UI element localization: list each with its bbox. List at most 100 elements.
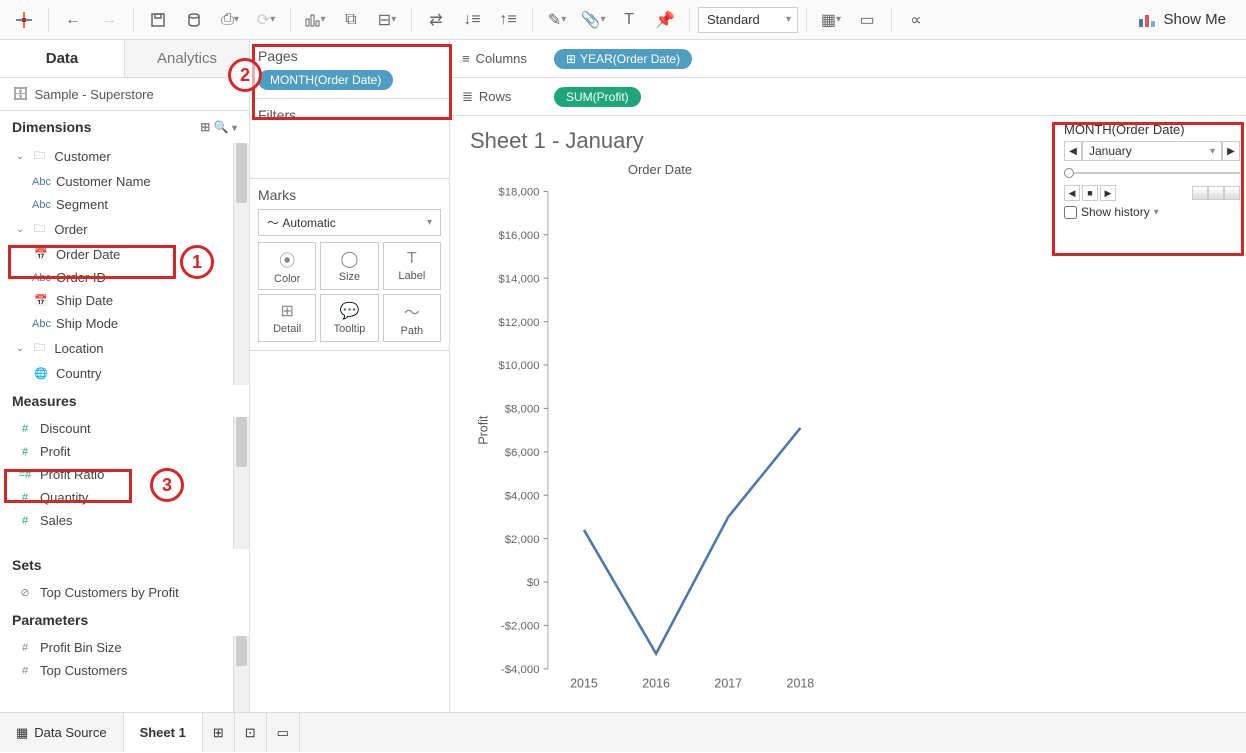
duplicate-icon[interactable]: ⧉ xyxy=(335,6,367,34)
pin-icon[interactable]: 📌 xyxy=(649,6,681,34)
measures-header: Measures xyxy=(0,385,249,417)
pages-shelf[interactable]: Pages MONTH(Order Date) xyxy=(250,40,449,99)
rows-pill[interactable]: SUM(Profit) xyxy=(554,87,641,107)
show-me-button[interactable]: Show Me xyxy=(1127,11,1238,28)
marks-type-select[interactable]: 〜 Automatic▾ xyxy=(258,209,441,236)
meas-scrollbar[interactable] xyxy=(233,417,249,549)
mark-path[interactable]: 〜Path xyxy=(383,294,441,342)
folder-order[interactable]: ⌄🗀Order xyxy=(0,216,233,243)
sheet-tabs: ▦Data Source Sheet 1 ⊞ ⊡ ▭ xyxy=(0,712,1246,752)
svg-text:-$2,000: -$2,000 xyxy=(501,621,540,633)
presentation-icon[interactable]: ▭ xyxy=(851,6,883,34)
svg-text:$18,000: $18,000 xyxy=(498,187,539,199)
svg-text:2018: 2018 xyxy=(787,677,815,691)
marks-title: Marks xyxy=(258,187,441,203)
field-top-customers-set[interactable]: ⊘Top Customers by Profit xyxy=(0,581,249,604)
play-back-button[interactable]: ◀ xyxy=(1064,185,1080,201)
tableau-logo-icon[interactable] xyxy=(8,6,40,34)
svg-text:2015: 2015 xyxy=(570,677,598,691)
mark-detail[interactable]: ⊞Detail xyxy=(258,294,316,342)
page-next-button[interactable]: ▶ xyxy=(1222,141,1240,161)
parameters-header: Parameters xyxy=(0,604,249,636)
viz-area: ≡Columns ⊞YEAR(Order Date) ≣Rows SUM(Pro… xyxy=(450,40,1246,712)
page-value-select[interactable]: January▾ xyxy=(1082,141,1222,161)
columns-pill[interactable]: ⊞YEAR(Order Date) xyxy=(554,49,692,69)
field-order-date[interactable]: 📅Order Date xyxy=(0,243,233,266)
new-datasource-icon[interactable] xyxy=(178,6,210,34)
mark-color[interactable]: ⦿Color xyxy=(258,242,316,290)
rows-icon: ≣ xyxy=(462,89,473,105)
speed-buttons[interactable] xyxy=(1192,186,1240,200)
chart-canvas[interactable]: -$4,000-$2,000$0$2,000$4,000$6,000$8,000… xyxy=(470,181,850,700)
show-history-checkbox[interactable] xyxy=(1064,206,1077,219)
clear-icon[interactable]: ⊟▾ xyxy=(371,6,403,34)
refresh-icon[interactable]: ⟳▾ xyxy=(250,6,282,34)
new-sheet-button[interactable]: ⊞ xyxy=(203,713,235,752)
folder-customer[interactable]: ⌄🗀Customer xyxy=(0,143,233,170)
field-segment[interactable]: AbcSegment xyxy=(0,193,233,216)
search-icon[interactable]: 🔍 xyxy=(214,120,229,134)
dims-scrollbar[interactable] xyxy=(233,143,249,385)
tab-data-source[interactable]: ▦Data Source xyxy=(0,713,124,752)
folder-location[interactable]: ⌄🗀Location xyxy=(0,335,233,362)
dimensions-header: Dimensions⊞ 🔍 ▾ xyxy=(0,111,249,143)
labels-icon[interactable]: T xyxy=(613,6,645,34)
filters-shelf[interactable]: Filters xyxy=(250,99,449,179)
field-quantity[interactable]: #Quantity xyxy=(0,486,233,509)
field-discount[interactable]: #Discount xyxy=(0,417,233,440)
back-icon[interactable]: ← xyxy=(57,6,89,34)
save-icon[interactable] xyxy=(142,6,174,34)
tab-analytics[interactable]: Analytics xyxy=(124,40,249,77)
page-slider[interactable] xyxy=(1064,165,1240,181)
cards-icon[interactable]: ▦▾ xyxy=(815,6,847,34)
new-worksheet-icon[interactable]: ▾ xyxy=(299,6,331,34)
autosave-icon[interactable]: ⎙▾ xyxy=(214,6,246,34)
svg-text:$10,000: $10,000 xyxy=(498,360,539,372)
svg-text:$4,000: $4,000 xyxy=(505,490,540,502)
svg-text:2016: 2016 xyxy=(642,677,670,691)
params-scrollbar[interactable] xyxy=(233,636,249,712)
forward-icon[interactable]: → xyxy=(93,6,125,34)
share-icon[interactable]: ∝ xyxy=(900,6,932,34)
columns-shelf[interactable]: ≡Columns ⊞YEAR(Order Date) xyxy=(450,40,1246,78)
field-customer-name[interactable]: AbcCustomer Name xyxy=(0,170,233,193)
param-profit-bin[interactable]: #Profit Bin Size xyxy=(0,636,233,659)
param-top-customers[interactable]: #Top Customers xyxy=(0,659,233,682)
sort-asc-icon[interactable]: ↓≡ xyxy=(456,6,488,34)
page-prev-button[interactable]: ◀ xyxy=(1064,141,1082,161)
shelves-column: Pages MONTH(Order Date) Filters Marks 〜 … xyxy=(250,40,450,712)
mark-size[interactable]: ◯Size xyxy=(320,242,378,290)
group-icon[interactable]: 📎▾ xyxy=(577,6,609,34)
mark-tooltip[interactable]: 💬Tooltip xyxy=(320,294,378,342)
new-story-button[interactable]: ▭ xyxy=(267,713,300,752)
sort-desc-icon[interactable]: ↑≡ xyxy=(492,6,524,34)
datasource-row[interactable]: 🗄Sample - Superstore xyxy=(0,78,249,111)
sheet-title[interactable]: Sheet 1 - January xyxy=(470,128,850,154)
datasource-tab-icon: ▦ xyxy=(16,725,28,741)
field-sales[interactable]: #Sales xyxy=(0,509,233,532)
play-forward-button[interactable]: ▶ xyxy=(1100,185,1116,201)
mark-label[interactable]: TLabel xyxy=(383,242,441,290)
highlight-icon[interactable]: ✎▾ xyxy=(541,6,573,34)
svg-text:$16,000: $16,000 xyxy=(498,230,539,242)
pages-shelf-title: Pages xyxy=(258,48,441,64)
svg-text:$8,000: $8,000 xyxy=(505,404,540,416)
pages-pill[interactable]: MONTH(Order Date) xyxy=(258,70,393,90)
tab-sheet1[interactable]: Sheet 1 xyxy=(124,713,203,752)
new-dashboard-button[interactable]: ⊡ xyxy=(235,713,267,752)
rows-shelf[interactable]: ≣Rows SUM(Profit) xyxy=(450,78,1246,116)
field-country[interactable]: 🌐Country xyxy=(0,362,233,385)
play-stop-button[interactable]: ■ xyxy=(1082,185,1098,201)
tab-data[interactable]: Data xyxy=(0,40,124,77)
field-ship-date[interactable]: 📅Ship Date xyxy=(0,289,233,312)
svg-text:Profit: Profit xyxy=(477,415,491,445)
field-order-id[interactable]: AbcOrder ID xyxy=(0,266,233,289)
field-ship-mode[interactable]: AbcShip Mode xyxy=(0,312,233,335)
columns-icon: ≡ xyxy=(462,51,470,66)
svg-text:-$4,000: -$4,000 xyxy=(501,664,540,676)
field-profit-ratio[interactable]: =#Profit Ratio xyxy=(0,463,233,486)
view-icon[interactable]: ⊞ xyxy=(200,120,210,134)
fit-select[interactable]: Standard▾ xyxy=(698,7,798,33)
field-profit[interactable]: #Profit xyxy=(0,440,233,463)
swap-icon[interactable]: ⇄ xyxy=(420,6,452,34)
